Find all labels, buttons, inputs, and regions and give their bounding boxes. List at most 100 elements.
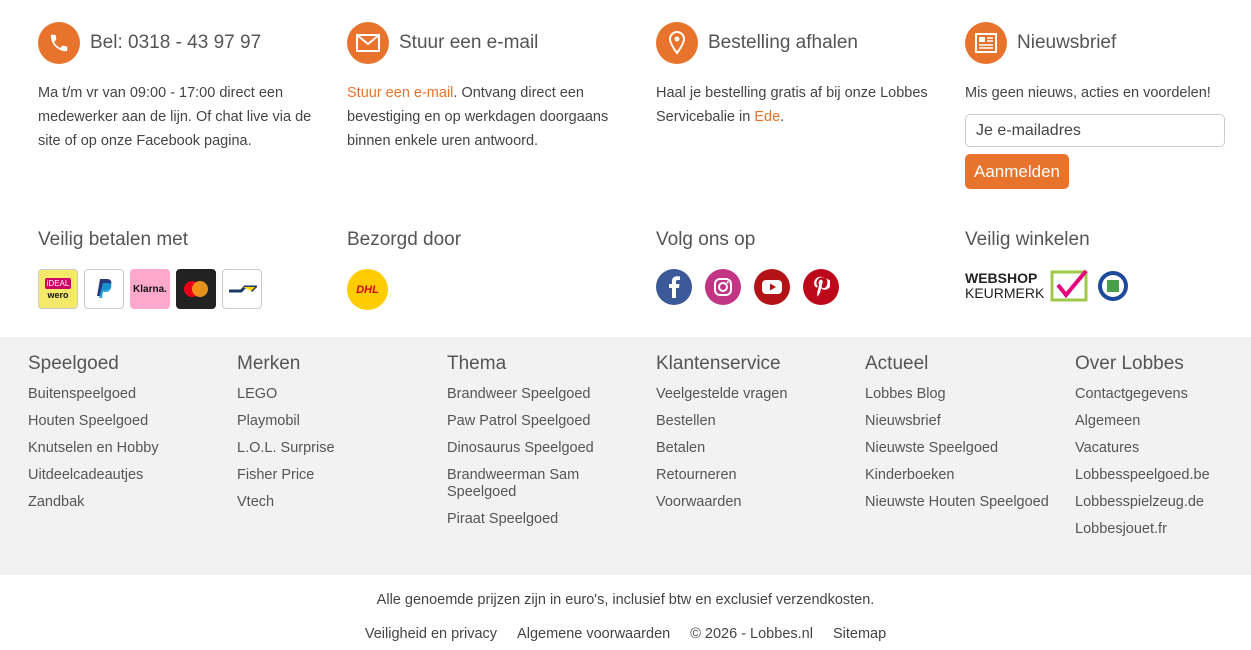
copyright-text: © 2026 - Lobbes.nl bbox=[690, 626, 813, 642]
footer-link[interactable]: Veelgestelde vragen bbox=[656, 386, 856, 403]
keurmerk-line2: KEURMERK bbox=[965, 285, 1045, 301]
column-title: Klantenservice bbox=[656, 353, 781, 374]
email-title[interactable]: Stuur een e-mail bbox=[399, 32, 538, 54]
facebook-icon[interactable] bbox=[656, 269, 692, 305]
footer-link[interactable]: Contactgegevens bbox=[1075, 386, 1245, 403]
newsletter-subscribe-button[interactable]: Aanmelden bbox=[965, 154, 1070, 189]
footer-link[interactable]: Nieuwste Speelgoed bbox=[865, 440, 1065, 457]
links-column-thema: Thema Brandweer Speelgoed Paw Patrol Spe… bbox=[447, 353, 597, 538]
pickup-ede-link[interactable]: Ede bbox=[754, 109, 780, 125]
envelope-icon[interactable] bbox=[347, 22, 389, 64]
footer-bottom: Alle genoemde prijzen zijn in euro's, in… bbox=[0, 575, 1251, 650]
email-block: Stuur een e-mail Stuur een e-mail. Ontva… bbox=[347, 22, 637, 153]
pickup-text: Haal je bestelling gratis af bij onze Lo… bbox=[656, 81, 946, 129]
delivery-title: Bezorgd door bbox=[347, 229, 462, 250]
contact-section: Bel: 0318 - 43 97 97 Ma t/m vr van 09:00… bbox=[0, 0, 1251, 337]
social-title: Volg ons op bbox=[656, 229, 756, 250]
price-disclaimer: Alle genoemde prijzen zijn in euro's, in… bbox=[376, 592, 875, 608]
newsletter-block: Nieuwsbrief Mis geen nieuws, acties en v… bbox=[965, 22, 1251, 189]
legal-links: Veiligheid en privacy Algemene voorwaard… bbox=[0, 626, 1251, 642]
pickup-title[interactable]: Bestelling afhalen bbox=[708, 32, 858, 54]
phone-icon[interactable] bbox=[38, 22, 80, 64]
phone-text: Ma t/m vr van 09:00 - 17:00 direct een m… bbox=[38, 85, 312, 149]
dhl-icon: DHL bbox=[347, 269, 388, 310]
delivery-icons: DHL bbox=[347, 269, 637, 310]
footer-link[interactable]: Houten Speelgoed bbox=[28, 413, 228, 430]
footer-link[interactable]: Fisher Price bbox=[237, 467, 437, 484]
footer-link[interactable]: LEGO bbox=[237, 386, 437, 403]
ecommerce-europe-trustmark-icon[interactable] bbox=[1096, 269, 1130, 303]
email-link[interactable]: Stuur een e-mail bbox=[347, 85, 453, 101]
links-column-klantenservice: Klantenservice Veelgestelde vragen Beste… bbox=[656, 353, 856, 521]
footer-link[interactable]: Algemeen bbox=[1075, 413, 1245, 430]
payment-block: Veilig betalen met iDEAL wero Klarna. bbox=[38, 229, 328, 309]
links-column-merken: Merken LEGO Playmobil L.O.L. Surprise Fi… bbox=[237, 353, 437, 521]
footer-link[interactable]: Buitenspeelgoed bbox=[28, 386, 228, 403]
footer-link[interactable]: Nieuwsbrief bbox=[865, 413, 1065, 430]
sitemap-link[interactable]: Sitemap bbox=[833, 626, 886, 642]
pickup-text-end: . bbox=[780, 109, 785, 125]
footer-link[interactable]: Betalen bbox=[656, 440, 856, 457]
footer-link[interactable]: Lobbes Blog bbox=[865, 386, 1065, 403]
newsletter-icon[interactable] bbox=[965, 22, 1007, 64]
newsletter-email-input[interactable] bbox=[965, 114, 1225, 147]
privacy-link[interactable]: Veiligheid en privacy bbox=[365, 626, 497, 642]
pickup-text-start: Haal je bestelling gratis af bij onze Lo… bbox=[656, 85, 928, 125]
footer-link[interactable]: Uitdeelcadeautjes bbox=[28, 467, 228, 484]
links-column-speelgoed: Speelgoed Buitenspeelgoed Houten Speelgo… bbox=[28, 353, 228, 521]
column-title: Actueel bbox=[865, 353, 929, 374]
footer-link[interactable]: Retourneren bbox=[656, 467, 856, 484]
safe-shopping-icons: WEBSHOP KEURMERK bbox=[965, 269, 1251, 303]
phone-title[interactable]: Bel: 0318 - 43 97 97 bbox=[90, 32, 261, 54]
footer-links-section: Speelgoed Buitenspeelgoed Houten Speelgo… bbox=[0, 337, 1251, 575]
footer-link[interactable]: Bestellen bbox=[656, 413, 856, 430]
map-pin-icon[interactable] bbox=[656, 22, 698, 64]
payment-icons: iDEAL wero Klarna. bbox=[38, 269, 328, 309]
pickup-block: Bestelling afhalen Haal je bestelling gr… bbox=[656, 22, 946, 129]
footer-link[interactable]: Nieuwste Houten Speelgoed bbox=[865, 494, 1065, 511]
footer-link[interactable]: Piraat Speelgoed bbox=[447, 511, 597, 528]
bancontact-icon bbox=[222, 269, 262, 309]
mastercard-icon bbox=[176, 269, 216, 309]
footer-link[interactable]: Paw Patrol Speelgoed bbox=[447, 413, 597, 430]
pinterest-icon[interactable] bbox=[803, 269, 839, 305]
safe-shopping-block: Veilig winkelen WEBSHOP KEURMERK bbox=[965, 229, 1251, 303]
newsletter-text: Mis geen nieuws, acties en voordelen! bbox=[965, 85, 1211, 101]
delivery-block: Bezorgd door DHL bbox=[347, 229, 637, 310]
social-icons bbox=[656, 269, 946, 305]
footer-link[interactable]: Lobbesspielzeug.de bbox=[1075, 494, 1245, 511]
column-title: Thema bbox=[447, 353, 507, 374]
footer-link[interactable]: Vtech bbox=[237, 494, 437, 511]
footer-link[interactable]: Brandweerman Sam Speelgoed bbox=[447, 467, 597, 501]
terms-link[interactable]: Algemene voorwaarden bbox=[517, 626, 670, 642]
footer-link[interactable]: Playmobil bbox=[237, 413, 437, 430]
footer-link[interactable]: Zandbak bbox=[28, 494, 228, 511]
klarna-icon: Klarna. bbox=[130, 269, 170, 309]
links-column-over-lobbes: Over Lobbes Contactgegevens Algemeen Vac… bbox=[1075, 353, 1245, 548]
phone-block: Bel: 0318 - 43 97 97 Ma t/m vr van 09:00… bbox=[38, 22, 328, 153]
instagram-icon[interactable] bbox=[705, 269, 741, 305]
column-title: Speelgoed bbox=[28, 353, 119, 374]
footer-link[interactable]: Kinderboeken bbox=[865, 467, 1065, 484]
footer-link[interactable]: Brandweer Speelgoed bbox=[447, 386, 597, 403]
column-title: Merken bbox=[237, 353, 301, 374]
links-column-actueel: Actueel Lobbes Blog Nieuwsbrief Nieuwste… bbox=[865, 353, 1065, 521]
footer-link[interactable]: L.O.L. Surprise bbox=[237, 440, 437, 457]
footer-link[interactable]: Dinosaurus Speelgoed bbox=[447, 440, 597, 457]
footer-link[interactable]: Vacatures bbox=[1075, 440, 1245, 457]
keurmerk-line1: WEBSHOP bbox=[965, 270, 1038, 286]
wero-label: wero bbox=[47, 290, 69, 300]
column-title: Over Lobbes bbox=[1075, 353, 1184, 374]
newsletter-title: Nieuwsbrief bbox=[1017, 32, 1117, 53]
keurmerk-check-icon bbox=[1050, 269, 1088, 302]
footer-link[interactable]: Lobbesjouet.fr bbox=[1075, 521, 1245, 538]
ideal-label: iDEAL bbox=[44, 278, 72, 289]
footer-link[interactable]: Knutselen en Hobby bbox=[28, 440, 228, 457]
webshop-keurmerk-logo[interactable]: WEBSHOP KEURMERK bbox=[965, 271, 1044, 301]
social-block: Volg ons op bbox=[656, 229, 946, 305]
youtube-icon[interactable] bbox=[754, 269, 790, 305]
footer-link[interactable]: Voorwaarden bbox=[656, 494, 856, 511]
safe-shopping-title: Veilig winkelen bbox=[965, 229, 1090, 250]
payment-title: Veilig betalen met bbox=[38, 229, 188, 250]
footer-link[interactable]: Lobbesspeelgoed.be bbox=[1075, 467, 1245, 484]
